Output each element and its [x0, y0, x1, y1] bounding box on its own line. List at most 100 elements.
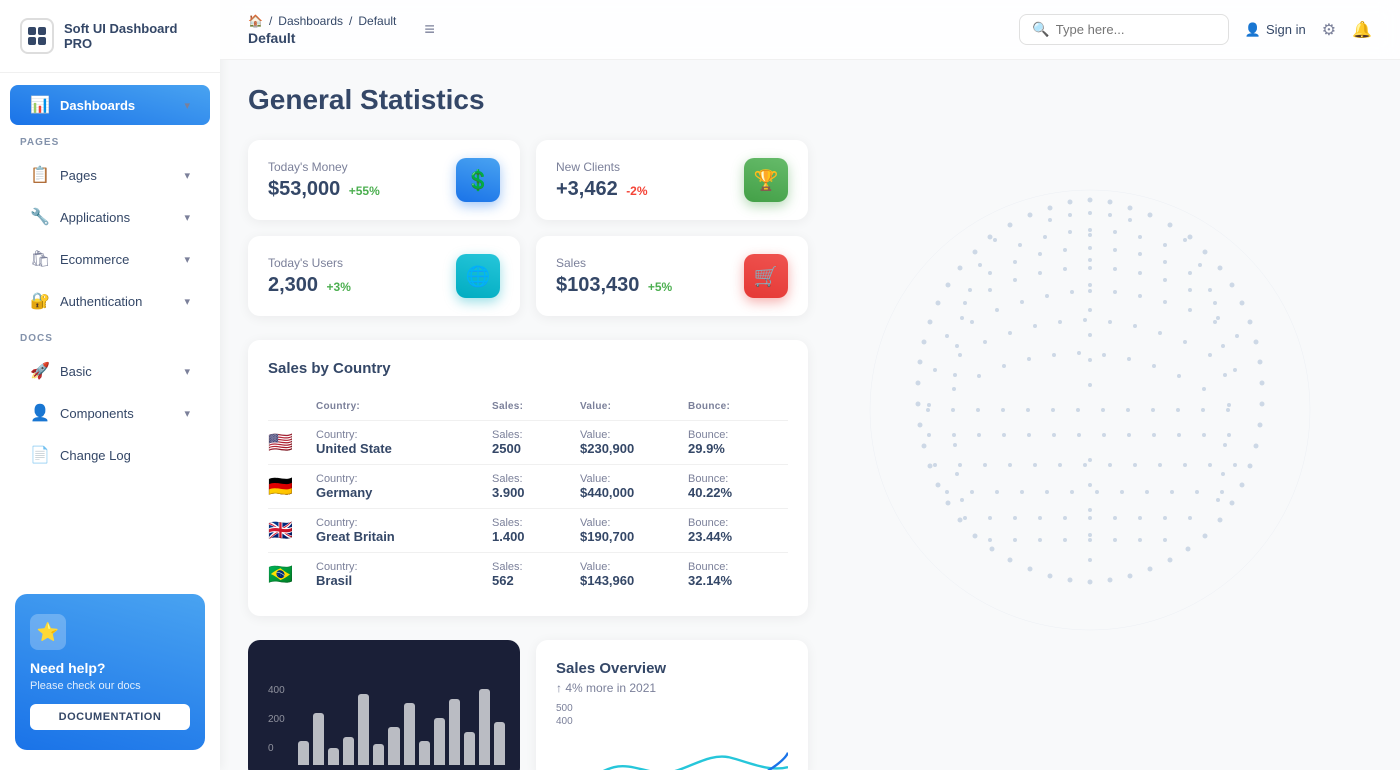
y-label-200: 200	[268, 714, 285, 725]
content-area: // This won't run in SVG, so we'll use s…	[220, 60, 1400, 770]
country-name-br: Country: Brasil	[316, 561, 484, 588]
search-input[interactable]	[1056, 22, 1216, 37]
y-axis-labels: 400 200 0	[268, 685, 285, 754]
header: 🏠 / Dashboards / Default Default ≡ 🔍 👤 S…	[220, 0, 1400, 60]
bar-9	[419, 741, 430, 765]
breadcrumb-sep: /	[269, 14, 272, 28]
globe-decoration: // This won't run in SVG, so we'll use s…	[780, 140, 1400, 680]
col-sales-header: Sales:	[492, 401, 572, 412]
section-docs-label: DOCS	[0, 323, 220, 349]
bar-10	[434, 718, 445, 766]
help-subtitle: Please check our docs	[30, 680, 190, 692]
user-icon: 👤	[1245, 22, 1261, 38]
page-title: General Statistics	[248, 84, 1372, 116]
stat-card-users: Today's Users 2,300 +3% 🌐	[248, 236, 520, 316]
country-value-us: Value: $230,900	[580, 429, 680, 456]
app-name: Soft UI Dashboard PRO	[64, 21, 200, 51]
col-country-header: Country:	[316, 401, 484, 412]
sidebar-logo: Soft UI Dashboard PRO	[0, 0, 220, 73]
bar-2	[313, 713, 324, 765]
stat-sales-label: Sales	[556, 256, 672, 270]
dashboard-icon: 📊	[30, 95, 50, 115]
stat-money-change: +55%	[349, 184, 380, 198]
country-sales-de: Sales: 3.900	[492, 473, 572, 500]
sidebar-item-label: Ecommerce	[60, 252, 174, 267]
sales-overview-card: Sales Overview ↑ 4% more in 2021 500 400	[536, 640, 808, 770]
bar-6	[373, 744, 384, 765]
flag-gb: 🇬🇧	[268, 518, 308, 543]
bar-3	[328, 748, 339, 765]
stat-card-money: Today's Money $53,000 +55% 💲	[248, 140, 520, 220]
globe-svg: // This won't run in SVG, so we'll use s…	[780, 140, 1400, 680]
table-row: 🇩🇪 Country: Germany Sales: 3.900 Value: …	[268, 465, 788, 509]
stat-card-clients: New Clients +3,462 -2% 🏆	[536, 140, 808, 220]
sidebar-item-basic[interactable]: 🚀 Basic ▾	[10, 351, 210, 391]
breadcrumb-dashboards: Dashboards	[278, 14, 343, 28]
stat-money-icon: 💲	[456, 158, 500, 202]
stat-sales-info: Sales $103,430 +5%	[556, 256, 672, 297]
sidebar-item-ecommerce[interactable]: 🛍 Ecommerce ▾	[10, 239, 210, 279]
sidebar-item-label: Dashboards	[60, 98, 174, 113]
country-name-de: Country: Germany	[316, 473, 484, 500]
applications-icon: 🔧	[30, 207, 50, 227]
stat-sales-row: $103,430 +5%	[556, 274, 672, 297]
stat-clients-icon: 🏆	[744, 158, 788, 202]
flag-br: 🇧🇷	[268, 562, 308, 587]
stat-clients-info: New Clients +3,462 -2%	[556, 160, 648, 201]
bar-chart	[298, 670, 505, 765]
arrow-up-icon: ↑	[556, 681, 562, 695]
sidebar-item-applications[interactable]: 🔧 Applications ▾	[10, 197, 210, 237]
home-icon: 🏠	[248, 14, 263, 28]
col-value-header: Value:	[580, 401, 680, 412]
sidebar-nav: 📊 Dashboards ▾ PAGES 📋 Pages ▾ 🔧 Applica…	[0, 73, 220, 579]
bar-7	[388, 727, 399, 765]
bar-13	[479, 689, 490, 765]
stat-sales-icon: 🛒	[744, 254, 788, 298]
search-box: 🔍	[1019, 14, 1228, 45]
country-name-gb: Country: Great Britain	[316, 517, 484, 544]
settings-button[interactable]: ⚙	[1322, 20, 1336, 40]
header-right: 🔍 👤 Sign in ⚙ 🔔	[1019, 14, 1372, 45]
sidebar-item-label: Components	[60, 406, 174, 421]
stat-users-label: Today's Users	[268, 256, 351, 270]
sidebar-item-changelog[interactable]: 📄 Change Log	[10, 435, 210, 475]
stat-clients-label: New Clients	[556, 160, 648, 174]
logo-icon	[20, 18, 54, 54]
chevron-down-icon: ▾	[184, 99, 190, 112]
menu-toggle-button[interactable]: ≡	[416, 15, 443, 44]
sidebar-item-components[interactable]: 👤 Components ▾	[10, 393, 210, 433]
bar-8	[404, 703, 415, 765]
sidebar-item-dashboards[interactable]: 📊 Dashboards ▾	[10, 85, 210, 125]
documentation-button[interactable]: DOCUMENTATION	[30, 704, 190, 730]
sales-by-country-card: Sales by Country Country: Sales: Value: …	[248, 340, 808, 616]
notifications-button[interactable]: 🔔	[1352, 20, 1372, 40]
y-label-400: 400	[268, 685, 285, 696]
sales-overview-change: ↑ 4% more in 2021	[556, 681, 788, 695]
sidebar: Soft UI Dashboard PRO 📊 Dashboards ▾ PAG…	[0, 0, 220, 770]
country-sales-us: Sales: 2500	[492, 429, 572, 456]
stat-clients-row: +3,462 -2%	[556, 178, 648, 201]
country-bounce-gb: Bounce: 23.44%	[688, 517, 788, 544]
country-bounce-br: Bounce: 32.14%	[688, 561, 788, 588]
stat-money-label: Today's Money	[268, 160, 380, 174]
table-row: 🇧🇷 Country: Brasil Sales: 562 Value: $14…	[268, 553, 788, 596]
sales-country-title: Sales by Country	[268, 360, 788, 377]
ecommerce-icon: 🛍	[30, 249, 50, 269]
bottom-charts: 400 200 0	[248, 640, 808, 770]
breadcrumb: 🏠 / Dashboards / Default Default	[248, 14, 396, 46]
sales-overview-title: Sales Overview	[556, 660, 788, 677]
bar-chart-card: 400 200 0	[248, 640, 520, 770]
help-star-icon: ⭐	[30, 614, 66, 650]
chevron-down-icon: ▾	[184, 365, 190, 378]
stat-card-sales: Sales $103,430 +5% 🛒	[536, 236, 808, 316]
section-pages-label: PAGES	[0, 127, 220, 153]
sidebar-item-pages[interactable]: 📋 Pages ▾	[10, 155, 210, 195]
sidebar-item-authentication[interactable]: 🔐 Authentication ▾	[10, 281, 210, 321]
sign-in-button[interactable]: 👤 Sign in	[1245, 22, 1306, 38]
basic-icon: 🚀	[30, 361, 50, 381]
stats-grid: Today's Money $53,000 +55% 💲 New Clients…	[248, 140, 808, 316]
stat-users-row: 2,300 +3%	[268, 274, 351, 297]
help-title: Need help?	[30, 660, 190, 676]
y-400: 400	[556, 716, 788, 727]
sidebar-item-label: Basic	[60, 364, 174, 379]
